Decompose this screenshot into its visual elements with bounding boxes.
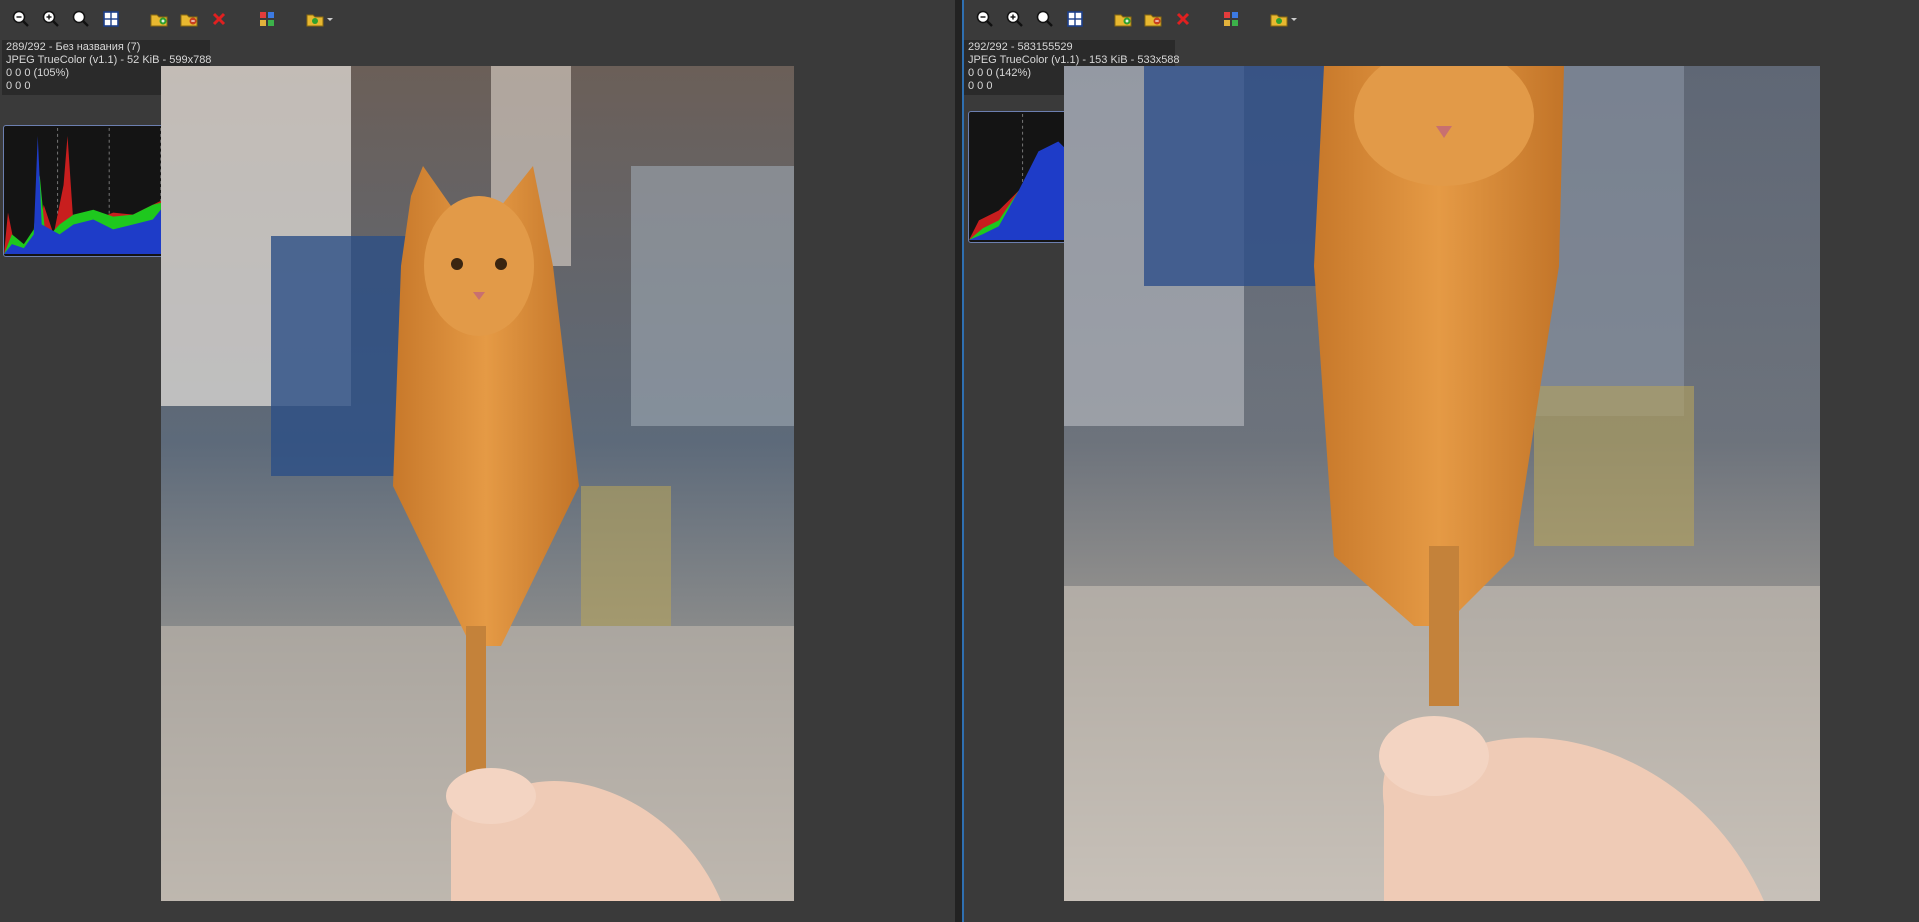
fit-window-icon[interactable] [1062, 6, 1088, 32]
move-folder-icon[interactable] [176, 6, 202, 32]
left-viewer-pane[interactable]: 289/292 - Без названия (7) JPEG TrueColo… [0, 0, 957, 922]
zoom-out-icon[interactable] [8, 6, 34, 32]
folder-dropdown-icon[interactable] [302, 6, 338, 32]
info-index-name: 292/292 - 583155529 [968, 41, 1073, 53]
folder-dropdown-icon[interactable] [1266, 6, 1302, 32]
info-index-name: 289/292 - Без названия (7) [6, 41, 141, 53]
zoom-in-icon[interactable] [38, 6, 64, 32]
zoom-out-icon[interactable] [972, 6, 998, 32]
toolbar [972, 6, 1302, 32]
pane-divider[interactable] [955, 0, 962, 922]
zoom-actual-icon[interactable] [68, 6, 94, 32]
image-viewer-app: 289/292 - Без названия (7) JPEG TrueColo… [0, 0, 1919, 922]
thumbnails-icon[interactable] [1218, 6, 1244, 32]
open-folder-icon[interactable] [146, 6, 172, 32]
image-canvas[interactable] [161, 66, 794, 901]
fit-window-icon[interactable] [98, 6, 124, 32]
zoom-in-icon[interactable] [1002, 6, 1028, 32]
right-viewer-pane[interactable]: 292/292 - 583155529 JPEG TrueColor (v1.1… [962, 0, 1919, 922]
open-folder-icon[interactable] [1110, 6, 1136, 32]
thumbnails-icon[interactable] [254, 6, 280, 32]
delete-icon[interactable] [1170, 6, 1196, 32]
zoom-actual-icon[interactable] [1032, 6, 1058, 32]
move-folder-icon[interactable] [1140, 6, 1166, 32]
image-canvas[interactable] [1064, 66, 1820, 901]
delete-icon[interactable] [206, 6, 232, 32]
toolbar [8, 6, 338, 32]
